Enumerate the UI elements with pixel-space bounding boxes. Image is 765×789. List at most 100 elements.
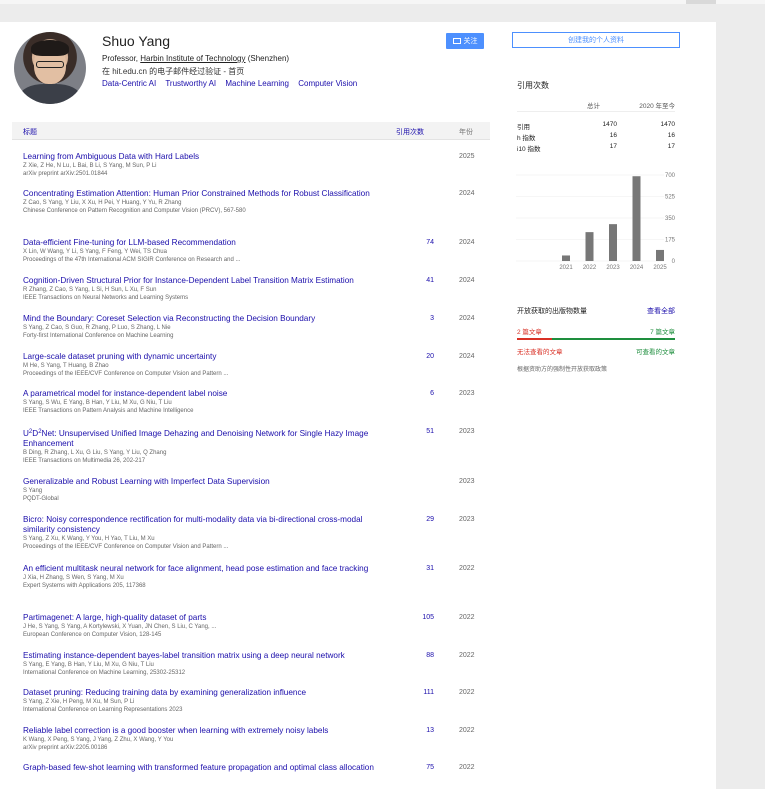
citation-count[interactable]: 31 <box>408 564 434 574</box>
citation-count[interactable]: 75 <box>408 763 434 773</box>
x-tick-label: 2021 <box>559 265 573 271</box>
cited-by-heading: 引用次数 <box>517 81 549 90</box>
verified-email: 在 hit.edu.cn 的电子邮件经过验证 - 首页 <box>102 67 245 76</box>
x-tick-label: 2024 <box>630 265 644 271</box>
citation-count[interactable]: 88 <box>408 651 434 661</box>
publication-title[interactable]: Reliable label correction is a good boos… <box>23 726 393 752</box>
publication-authors: J Xia, H Zhang, S Wen, S Yang, M Xu <box>23 575 124 581</box>
publication-authors: Z Cao, S Yang, Y Liu, X Xu, H Pei, Y Hua… <box>23 200 182 206</box>
publication-title[interactable]: Bicro: Noisy correspondence rectificatio… <box>23 515 393 551</box>
bar-2024[interactable] <box>632 176 641 261</box>
publication-title[interactable]: Generalizable and Robust Learning with I… <box>23 477 393 503</box>
publication-year: 2023 <box>459 390 475 397</box>
publication-title[interactable]: Cognition-Driven Structural Prior for In… <box>23 276 393 302</box>
interest-link[interactable]: Data-Centric AI <box>102 79 156 88</box>
citation-count[interactable]: 41 <box>408 276 434 286</box>
publication-venue: Expert Systems with Applications 205, 11… <box>23 583 146 589</box>
metric-label[interactable]: h 指数 <box>517 132 535 142</box>
bar-2021[interactable] <box>562 255 570 261</box>
publication-title[interactable]: A parametrical model for instance-depend… <box>23 389 393 415</box>
unavailable-count[interactable]: 2 篇文章 <box>517 326 542 336</box>
citation-count[interactable]: 6 <box>408 389 434 399</box>
title-prefix: U2D2 <box>23 429 42 438</box>
publication-venue: International Conference on Learning Rep… <box>23 707 183 713</box>
publication-authors: S Yang, Z Xu, K Wang, Y You, H Yao, T Li… <box>23 536 155 542</box>
publication-venue: IEEE Transactions on Pattern Analysis an… <box>23 408 194 414</box>
publication-title[interactable]: An efficient multitask neural network fo… <box>23 564 393 590</box>
bar-2022[interactable] <box>585 232 594 261</box>
publication-title[interactable]: Mind the Boundary: Coreset Selection via… <box>23 314 393 340</box>
publication-venue: IEEE Transactions on Multimedia 26, 202-… <box>23 458 146 464</box>
cited-by-row: h 指数 16 16 <box>517 132 675 142</box>
publication-year: 2024 <box>459 353 475 360</box>
publication-title[interactable]: U2D2Net: Unsupervised Unified Image Deha… <box>23 427 393 465</box>
affiliation-link[interactable]: Harbin Institute of Technology <box>140 54 245 63</box>
publication-title[interactable]: Partimagenet: A large, high-quality data… <box>23 613 393 639</box>
view-all-link[interactable]: 查看全部 <box>647 306 675 316</box>
publication-authors: J He, S Yang, S Yang, A Kortylewski, X Y… <box>23 624 217 630</box>
publication-title[interactable]: Data-efficient Fine-tuning for LLM-based… <box>23 238 393 264</box>
citation-count[interactable]: 3 <box>408 314 434 324</box>
publication-year: 2022 <box>459 614 475 621</box>
publication-year: 2024 <box>459 315 475 322</box>
create-profile-button[interactable]: 创建我的个人资料 <box>512 32 680 48</box>
y-tick-label: 175 <box>665 238 676 244</box>
envelope-check-icon <box>452 38 461 44</box>
x-tick-label: 2025 <box>653 265 667 271</box>
public-access-labels: 无法查看的文章 可查看的文章 <box>517 346 675 356</box>
publication-title[interactable]: Estimating instance-dependent bayes-labe… <box>23 651 393 677</box>
x-tick-label: 2023 <box>606 265 620 271</box>
publication-authors: X Lin, W Wang, Y Li, S Yang, F Feng, Y W… <box>23 249 167 255</box>
citation-count[interactable]: 105 <box>408 613 434 623</box>
sort-by-citations[interactable]: 引用次数 <box>396 127 424 137</box>
citation-count[interactable]: 51 <box>408 427 434 437</box>
publication-title[interactable]: Graph-based few-shot learning with trans… <box>23 763 393 773</box>
interest-link[interactable]: Machine Learning <box>225 79 289 88</box>
publication-authors: S Yang, E Yang, B Han, Y Liu, M Xu, G Ni… <box>23 662 154 668</box>
research-interests: Data-Centric AI Trustworthy AI Machine L… <box>102 79 364 88</box>
available-count[interactable]: 7 篇文章 <box>650 326 675 336</box>
publication-year: 2024 <box>459 190 475 197</box>
publication-venue: Proceedings of the IEEE/CVF Conference o… <box>23 544 229 550</box>
follow-button[interactable]: 关注 <box>446 33 484 49</box>
publication-year: 2024 <box>459 239 475 246</box>
citation-count[interactable]: 111 <box>408 688 434 698</box>
sort-by-title[interactable]: 标题 <box>23 127 37 137</box>
bar-2025[interactable] <box>656 249 664 261</box>
scroll-tab[interactable] <box>686 0 716 4</box>
public-access-heading: 开放获取的出版物数量 查看全部 <box>517 306 675 316</box>
unavailable-bar <box>517 338 552 340</box>
publication-venue: arXiv preprint arXiv:2501.01844 <box>23 171 108 177</box>
metric-label[interactable]: 引用 <box>517 121 530 131</box>
publication-title[interactable]: Dataset pruning: Reducing training data … <box>23 688 393 714</box>
public-access-bar <box>517 338 675 340</box>
citation-count[interactable]: 20 <box>408 352 434 362</box>
citation-count[interactable]: 74 <box>408 238 434 248</box>
publication-year: 2023 <box>459 516 475 523</box>
publication-venue: PQDT-Global <box>23 496 59 502</box>
metric-label[interactable]: i10 指数 <box>517 143 540 153</box>
publication-title[interactable]: Large-scale dataset pruning with dynamic… <box>23 352 393 378</box>
metric-all: 16 <box>609 132 617 139</box>
sort-by-year[interactable]: 年份 <box>459 127 473 137</box>
publication-venue: Proceedings of the 47th International AC… <box>23 257 241 263</box>
publication-year: 2022 <box>459 689 475 696</box>
y-tick-label: 350 <box>665 216 676 222</box>
metric-since: 17 <box>667 143 675 150</box>
publication-title[interactable]: Concentrating Estimation Attention: Huma… <box>23 189 393 215</box>
publication-title[interactable]: Learning from Ambiguous Data with Hard L… <box>23 152 393 178</box>
interest-link[interactable]: Computer Vision <box>298 79 357 88</box>
citation-count[interactable]: 29 <box>408 515 434 525</box>
publication-authors: B Ding, R Zhang, L Xu, G Liu, S Yang, Y … <box>23 450 167 456</box>
interest-link[interactable]: Trustworthy AI <box>165 79 216 88</box>
publication-venue: Forty-first International Conference on … <box>23 333 174 339</box>
cited-by-table-header: 总计 2020 年至今 <box>517 100 675 112</box>
scholar-profile-page: Shuo Yang Professor, Harbin Institute of… <box>0 22 716 789</box>
publication-venue: arXiv preprint arXiv:2205.00186 <box>23 745 108 751</box>
citation-count[interactable]: 13 <box>408 726 434 736</box>
public-access-title: 开放获取的出版物数量 <box>517 308 587 315</box>
metric-all: 1470 <box>602 121 617 128</box>
bar-2023[interactable] <box>609 224 617 261</box>
follow-label: 关注 <box>463 38 478 45</box>
publication-year: 2022 <box>459 727 475 734</box>
